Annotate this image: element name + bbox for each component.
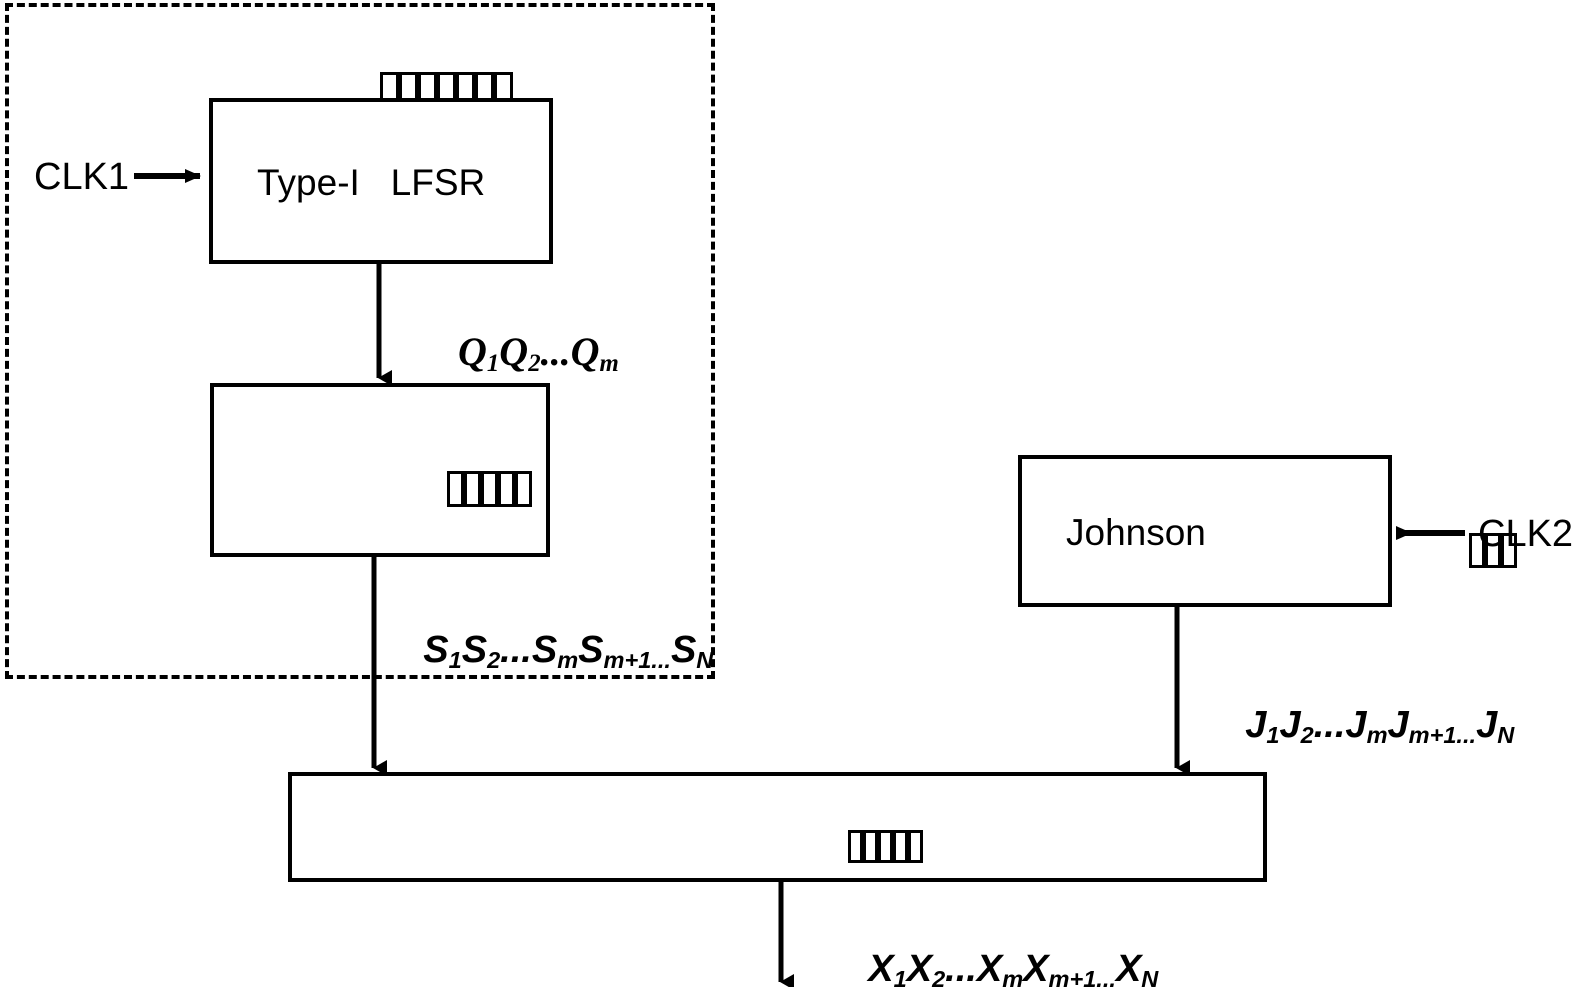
clk2-label: CLK2 — [1478, 513, 1574, 555]
tofu-glyph — [514, 471, 532, 507]
signal-label-x: X1X2...XmXm+1...XN — [826, 912, 1158, 987]
tofu-glyph — [862, 830, 878, 863]
johnson-block-tofu — [1244, 517, 1517, 588]
johnson-counter-block: Johnson — [1018, 455, 1517, 607]
lfsr-block-label: Type-I LFSR — [257, 162, 486, 203]
block-diagram: CLK1 Type-I LFSR Q1Q2...Qm S1S2...SmSm+1… — [0, 0, 1587, 987]
tofu-glyph — [892, 830, 908, 863]
tofu-glyph — [497, 471, 515, 507]
combiner-block-tofu — [677, 814, 923, 883]
signal-label-s: S1S2...SmSm+1...SN — [381, 593, 713, 707]
tofu-glyph — [847, 830, 863, 863]
signal-x-parts: X1X2...XmXm+1...XN — [868, 948, 1159, 987]
tofu-glyph — [446, 471, 464, 507]
tofu-glyph — [480, 471, 498, 507]
signal-s-parts: S1S2...SmSm+1...SN — [423, 629, 714, 674]
clk1-label: CLK1 — [34, 156, 130, 198]
lfsr-block: Type-I LFSR — [209, 98, 553, 264]
combiner-block — [288, 772, 1267, 882]
signal-label-j: J1J2...JmJm+1...JN — [1203, 668, 1514, 782]
signal-q-parts: Q1Q2...Qm — [458, 329, 619, 378]
johnson-block-label: Johnson — [1066, 512, 1206, 553]
tofu-glyph — [877, 830, 893, 863]
signal-j-parts: J1J2...JmJm+1...JN — [1245, 704, 1515, 749]
converter-block — [210, 383, 550, 557]
converter-block-tofu — [276, 455, 532, 527]
tofu-glyph — [463, 471, 481, 507]
tofu-glyph — [907, 830, 923, 863]
